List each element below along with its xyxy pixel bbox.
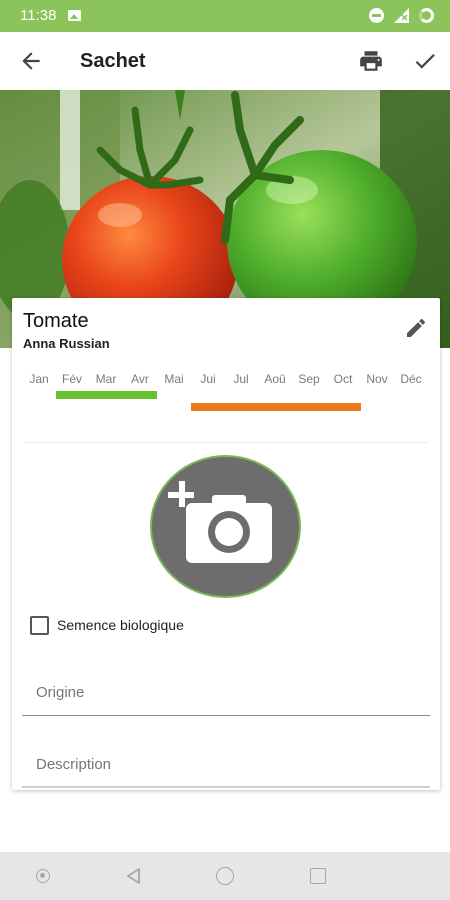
month-label: Jul: [233, 372, 249, 386]
organic-seed-label: Semence biologique: [57, 617, 184, 633]
status-icons: [369, 8, 434, 23]
month-label: Jui: [200, 372, 216, 386]
sowing-period-bar: [56, 391, 157, 399]
organic-seed-checkbox[interactable]: [30, 615, 49, 635]
plant-name: Tomate: [23, 310, 89, 332]
month-label: Avr: [131, 372, 149, 386]
month-label: Fév: [61, 372, 83, 386]
print-icon[interactable]: [358, 48, 384, 74]
back-arrow-icon[interactable]: [18, 48, 44, 74]
page-title: Sachet: [80, 50, 146, 72]
description-underline: [22, 786, 430, 788]
month-label: Nov: [366, 372, 388, 386]
screen: 11:38 Sachet Tomate Anna Russian Jan Fév…: [0, 0, 450, 900]
harvest-period-bar: [191, 403, 361, 411]
do-not-disturb-icon: [369, 8, 384, 23]
assistant-icon[interactable]: [36, 869, 50, 883]
app-bar: Sachet: [0, 32, 450, 90]
month-label: Jan: [29, 372, 49, 386]
seed-card: Tomate Anna Russian Jan Fév Mar Avr Mai …: [12, 298, 440, 790]
month-label: Déc: [400, 372, 422, 386]
add-photo-button[interactable]: [150, 455, 301, 598]
origin-underline: [22, 715, 430, 716]
battery-icon: [419, 8, 434, 23]
status-bar: 11:38: [0, 0, 450, 32]
origin-field[interactable]: Origine: [22, 676, 430, 716]
edit-icon[interactable]: [404, 316, 428, 340]
plant-variety: Anna Russian: [23, 336, 110, 351]
image-icon: [68, 10, 81, 21]
month-label: Mai: [164, 372, 184, 386]
origin-placeholder: Origine: [36, 684, 85, 701]
nav-home-icon[interactable]: [216, 867, 234, 885]
check-icon[interactable]: [412, 48, 438, 74]
month-label: Aoû: [264, 372, 286, 386]
divider: [24, 442, 428, 443]
month-label: Sep: [298, 372, 320, 386]
organic-seed-row[interactable]: Semence biologique: [30, 615, 184, 635]
signal-icon: [394, 8, 409, 23]
description-placeholder: Description: [36, 756, 112, 773]
system-nav-bar: [0, 852, 450, 900]
nav-recents-icon[interactable]: [310, 868, 326, 884]
description-field[interactable]: Description: [22, 748, 430, 788]
month-label: Mar: [95, 372, 117, 386]
status-time: 11:38: [20, 7, 57, 24]
nav-back-icon[interactable]: [124, 866, 144, 886]
month-labels: Jan Fév Mar Avr Mai Jui Jul Aoû Sep Oct …: [22, 372, 434, 388]
month-label: Oct: [333, 372, 353, 386]
add-photo-icon: [166, 479, 272, 563]
